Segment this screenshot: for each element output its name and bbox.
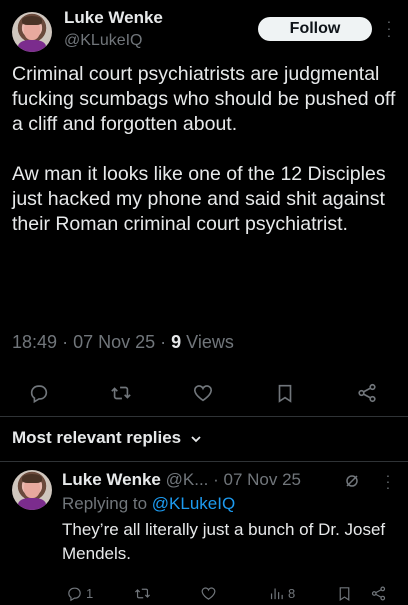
reply-item[interactable]: Luke Wenke @K... · 07 Nov 25 · · · Replyin… (0, 462, 408, 605)
reply-repost-button[interactable] (134, 582, 151, 604)
share-icon[interactable] (352, 378, 382, 408)
views-count: 9 (171, 332, 182, 352)
reply-share-button[interactable] (370, 582, 387, 604)
post-action-bar (0, 378, 408, 408)
reply-bookmark-button[interactable] (336, 582, 353, 604)
reply-date[interactable]: 07 Nov 25 (224, 470, 302, 489)
replying-mention[interactable]: @KLukeIQ (152, 494, 235, 513)
repost-icon (134, 588, 151, 598)
more-options-icon[interactable]: · · · (382, 14, 396, 42)
author-name[interactable]: Luke Wenke (64, 8, 163, 28)
like-icon[interactable] (188, 378, 218, 408)
share-icon (371, 586, 386, 600)
post-meta: 18:49 · 07 Nov 25 · 9 Views (12, 332, 234, 352)
divider (0, 416, 408, 417)
views-label: Views (186, 332, 234, 352)
post-paragraph-2: Aw man it looks like one of the 12 Disci… (12, 163, 386, 235)
bookmark-icon (339, 586, 350, 601)
reply-icon[interactable] (24, 378, 54, 408)
chevron-down-icon (191, 435, 201, 442)
sort-label: Most relevant replies (12, 428, 182, 447)
repost-icon[interactable] (106, 378, 136, 408)
post-date[interactable]: 07 Nov 25 (73, 332, 155, 352)
replying-prefix: Replying to (62, 494, 148, 513)
reply-reply-button[interactable]: 1 (66, 582, 93, 604)
replying-to: Replying to @KLukeIQ (62, 494, 235, 514)
reply-header: Luke Wenke @K... · 07 Nov 25 (62, 470, 302, 489)
post-header: Luke Wenke @KLukeIQ Follow · · · (0, 0, 408, 62)
follow-button[interactable]: Follow (258, 17, 372, 41)
reply-count: 1 (86, 585, 94, 601)
reply-more-options-icon[interactable]: · · · (383, 468, 393, 494)
post-paragraph-1: Criminal court psychiatrists are judgmen… (12, 63, 396, 135)
reply-icon (68, 587, 81, 601)
reply-views-count: 8 (288, 585, 296, 601)
views-icon (270, 588, 283, 599)
bookmark-icon[interactable] (270, 378, 300, 408)
reply-text: They’re all literally just a bunch of Dr… (62, 520, 386, 563)
post-time[interactable]: 18:49 (12, 332, 57, 352)
post-text: Criminal court psychiatrists are judgmen… (12, 62, 400, 237)
reply-action-bar: 1 8 (0, 582, 408, 604)
author-avatar[interactable] (12, 12, 52, 52)
like-icon (201, 587, 216, 600)
reply-author-name[interactable]: Luke Wenke (62, 470, 161, 489)
replies-sort-dropdown[interactable]: Most relevant replies (12, 428, 202, 448)
author-handle[interactable]: @KLukeIQ (64, 32, 143, 50)
reply-like-button[interactable] (200, 582, 217, 604)
reply-author-avatar[interactable] (12, 470, 52, 510)
reply-views-button[interactable]: 8 (268, 582, 295, 604)
hidden-reply-icon (346, 475, 358, 487)
reply-handle[interactable]: @K... (166, 470, 209, 489)
